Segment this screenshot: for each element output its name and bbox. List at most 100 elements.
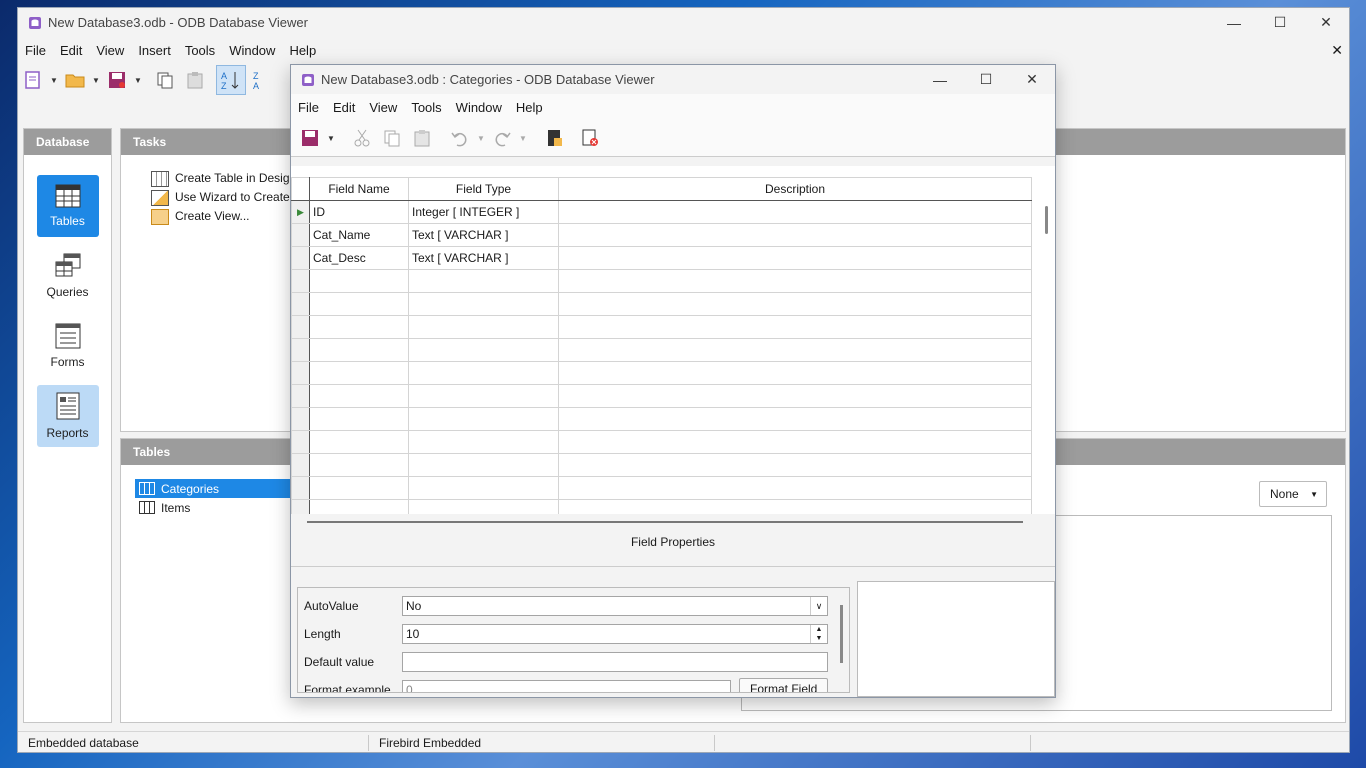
field-type-cell[interactable] [408,315,559,339]
table-row[interactable]: Cat_Desc Text [ VARCHAR ] [291,246,1032,270]
menu-insert[interactable]: Insert [131,43,178,58]
copy-icon[interactable] [150,65,180,95]
redo-dropdown-icon[interactable]: ▼ [517,123,529,153]
sort-descending-icon[interactable]: ZA [246,65,276,95]
menu-view[interactable]: View [362,100,404,115]
new-document-icon[interactable] [18,65,48,95]
field-name-cell[interactable] [309,292,409,316]
field-type-cell[interactable] [408,499,559,514]
field-type-cell[interactable] [408,384,559,408]
row-header[interactable] [291,476,310,500]
menu-tools[interactable]: Tools [178,43,222,58]
menu-edit[interactable]: Edit [326,100,362,115]
default-value-input[interactable] [402,652,828,672]
description-cell[interactable] [558,499,1032,514]
description-cell[interactable] [558,407,1032,431]
primary-key-icon[interactable] [539,123,569,153]
field-type-cell[interactable] [408,453,559,477]
save-icon[interactable] [295,123,325,153]
field-type-cell[interactable] [408,338,559,362]
paste-icon[interactable] [407,123,437,153]
field-type-cell[interactable] [408,269,559,293]
maximize-button[interactable]: ☐ [1257,8,1303,37]
field-name-cell[interactable] [309,361,409,385]
field-type-cell[interactable] [408,476,559,500]
row-header[interactable] [291,292,310,316]
menu-view[interactable]: View [89,43,131,58]
menu-file[interactable]: File [291,100,326,115]
copy-icon[interactable] [377,123,407,153]
current-row-indicator-icon[interactable]: ▶ [291,200,310,224]
close-document-icon[interactable]: ✕ [1331,42,1349,59]
description-cell[interactable] [558,246,1032,270]
empty-table-row[interactable] [291,384,1032,408]
empty-table-row[interactable] [291,499,1032,514]
empty-table-row[interactable] [291,338,1032,362]
sidebar-item-tables[interactable]: Tables [36,175,99,237]
table-row[interactable]: ▶ ID Integer [ INTEGER ] [291,200,1032,224]
minimize-button[interactable]: — [917,65,963,94]
properties-scrollbar-thumb[interactable] [840,605,843,663]
sidebar-item-queries[interactable]: Queries [37,245,99,307]
close-button[interactable]: ✕ [1009,65,1055,94]
column-header-field-type[interactable]: Field Type [408,177,559,201]
sidebar-item-reports[interactable]: Reports [36,385,99,447]
column-header-field-name[interactable]: Field Name [309,177,409,201]
format-field-button[interactable]: Format Field [739,678,829,692]
menu-file[interactable]: File [18,43,53,58]
length-spinbox[interactable]: 10 ▲ ▼ [402,624,828,644]
sidebar-item-forms[interactable]: Forms [37,315,99,377]
field-name-cell[interactable] [309,315,409,339]
main-titlebar[interactable]: New Database3.odb - ODB Database Viewer … [18,8,1349,37]
field-name-cell[interactable] [309,407,409,431]
menu-window[interactable]: Window [222,43,282,58]
row-header[interactable] [291,269,310,293]
empty-table-row[interactable] [291,407,1032,431]
row-header[interactable] [291,430,310,454]
description-cell[interactable] [558,338,1032,362]
field-type-cell[interactable]: Integer [ INTEGER ] [408,200,559,224]
undo-dropdown-icon[interactable]: ▼ [475,123,487,153]
field-name-cell[interactable] [309,430,409,454]
field-name-cell[interactable] [309,499,409,514]
row-header[interactable] [291,223,310,247]
row-header[interactable] [291,246,310,270]
empty-table-row[interactable] [291,476,1032,500]
description-cell[interactable] [558,269,1032,293]
sort-ascending-icon[interactable]: AZ [216,65,246,95]
row-header[interactable] [291,384,310,408]
paste-icon[interactable] [180,65,210,95]
field-name-cell[interactable]: ID [309,200,409,224]
menu-window[interactable]: Window [449,100,509,115]
empty-table-row[interactable] [291,430,1032,454]
field-name-cell[interactable]: Cat_Desc [309,246,409,270]
save-icon[interactable] [102,65,132,95]
field-name-cell[interactable]: Cat_Name [309,223,409,247]
field-name-cell[interactable] [309,269,409,293]
field-type-cell[interactable] [408,292,559,316]
cut-icon[interactable] [347,123,377,153]
description-cell[interactable] [558,476,1032,500]
empty-table-row[interactable] [291,361,1032,385]
close-button[interactable]: ✕ [1303,8,1349,37]
field-name-cell[interactable] [309,476,409,500]
column-header-description[interactable]: Description [558,177,1032,201]
spin-arrows-icon[interactable]: ▲ ▼ [810,625,827,643]
row-header[interactable] [291,338,310,362]
open-folder-icon[interactable] [60,65,90,95]
new-dropdown-icon[interactable]: ▼ [48,65,60,95]
row-header[interactable] [291,499,310,514]
splitter-handle[interactable] [307,521,1023,523]
field-type-cell[interactable] [408,407,559,431]
field-type-cell[interactable]: Text [ VARCHAR ] [408,223,559,247]
index-design-icon[interactable] [575,123,605,153]
field-type-cell[interactable] [408,361,559,385]
empty-table-row[interactable] [291,292,1032,316]
description-cell[interactable] [558,200,1032,224]
menu-edit[interactable]: Edit [53,43,89,58]
open-dropdown-icon[interactable]: ▼ [90,65,102,95]
description-cell[interactable] [558,292,1032,316]
empty-table-row[interactable] [291,315,1032,339]
table-row[interactable]: Cat_Name Text [ VARCHAR ] [291,223,1032,247]
save-dropdown-icon[interactable]: ▼ [325,123,337,153]
